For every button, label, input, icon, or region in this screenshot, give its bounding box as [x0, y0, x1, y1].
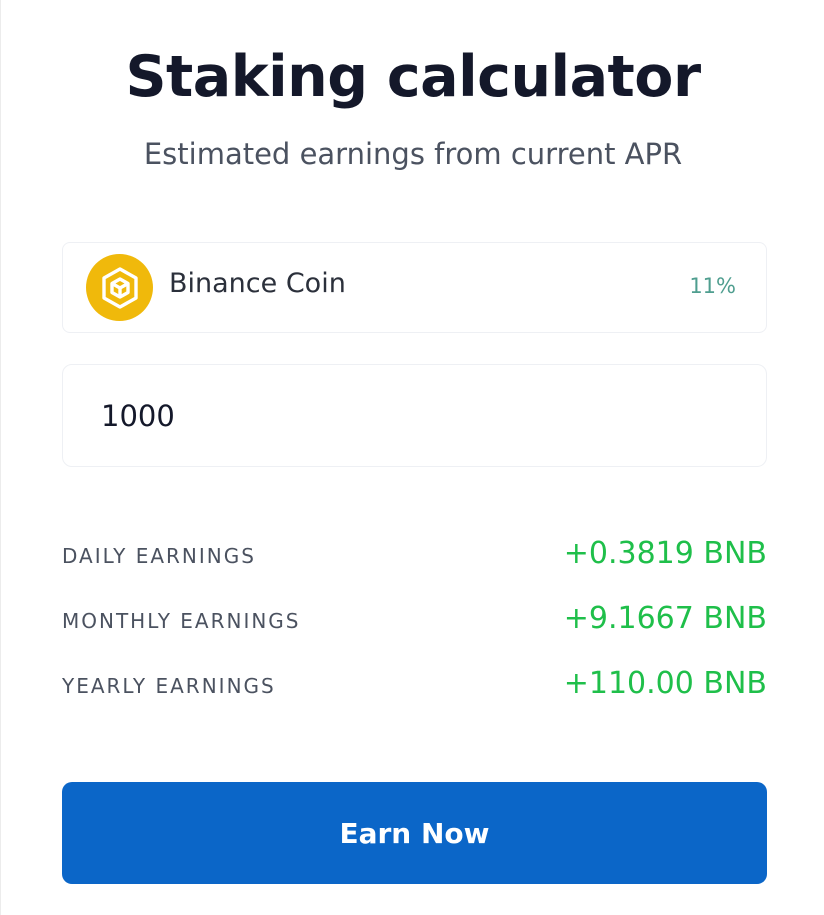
coin-selector[interactable]: Binance Coin 11% [62, 242, 767, 333]
daily-earnings-value: +0.3819 BNB [563, 536, 767, 571]
staking-calculator-card: Staking calculator Estimated earnings fr… [0, 0, 824, 915]
yearly-earnings-row: YEARLY EARNINGS +110.00 BNB [62, 666, 767, 708]
daily-earnings-label: DAILY EARNINGS [62, 544, 256, 568]
monthly-earnings-row: MONTHLY EARNINGS +9.1667 BNB [62, 601, 767, 643]
page-subtitle: Estimated earnings from current APR [143, 137, 683, 171]
earn-now-button[interactable]: Earn Now [62, 782, 767, 884]
yearly-earnings-label: YEARLY EARNINGS [62, 674, 276, 698]
monthly-earnings-label: MONTHLY EARNINGS [62, 609, 301, 633]
bnb-logo-icon [86, 254, 153, 321]
coin-apr: 11% [689, 274, 736, 298]
daily-earnings-row: DAILY EARNINGS +0.3819 BNB [62, 536, 767, 578]
page-title: Staking calculator [125, 44, 701, 110]
coin-name: Binance Coin [169, 268, 346, 299]
yearly-earnings-value: +110.00 BNB [563, 666, 767, 701]
monthly-earnings-value: +9.1667 BNB [563, 601, 767, 636]
amount-input[interactable] [62, 364, 767, 467]
